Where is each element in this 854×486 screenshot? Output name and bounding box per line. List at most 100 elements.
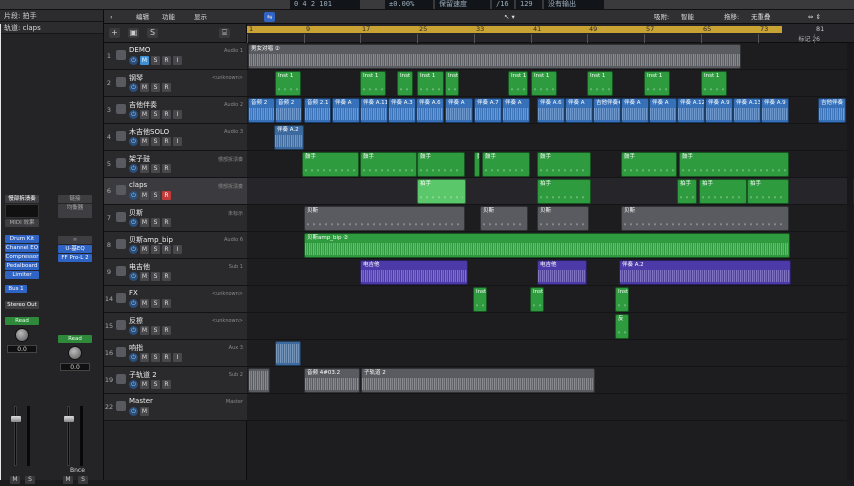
solo-button[interactable]: S (151, 191, 160, 200)
lcd-mode[interactable]: 保留速度 (435, 0, 490, 9)
track-lane[interactable] (247, 340, 854, 367)
mute-button[interactable]: M (140, 56, 149, 65)
strip2-pan-knob[interactable] (68, 346, 82, 360)
track-header[interactable]: 1 DEMO Audio 1 ⏻ M S R I (104, 43, 247, 70)
mute-button[interactable]: M (140, 164, 149, 173)
track-name[interactable]: 电吉他 (129, 262, 150, 272)
power-icon[interactable]: ⏻ (129, 353, 138, 362)
cycle-range[interactable] (247, 26, 782, 33)
strip1-solo-button[interactable]: S (25, 476, 35, 484)
record-button[interactable]: R (162, 191, 171, 200)
strip1-midi-fx[interactable]: MIDI 效果 (5, 219, 39, 227)
track-folder-icon[interactable]: ▣ (128, 28, 139, 38)
track-name[interactable]: 吉他伴奏 (129, 100, 157, 110)
region-guitar[interactable]: 伴奏 A.9 (761, 98, 789, 123)
mute-button[interactable]: M (140, 191, 149, 200)
flex-mode-icon[interactable]: ⇆ (264, 12, 276, 22)
strip1-pan-knob[interactable] (15, 328, 29, 342)
strip1-fader-track[interactable] (14, 406, 17, 466)
track-lane[interactable] (247, 313, 854, 340)
region-guitar[interactable]: 伴奏 A (649, 98, 677, 123)
record-button[interactable]: R (162, 245, 171, 254)
marker-label[interactable]: 标记 26 (798, 34, 820, 43)
strip1-eq-display[interactable] (5, 204, 39, 218)
track-name[interactable]: 反擦 (129, 316, 143, 326)
solo-button[interactable]: S (151, 56, 160, 65)
input-monitor-button[interactable]: I (173, 137, 182, 146)
track-header[interactable]: 3 吉他伴奏 Audio 2 ⏻ M S R I (104, 97, 247, 124)
region-drums[interactable]: 鼓手 (621, 152, 677, 177)
region-piano[interactable]: Inst 1 (275, 71, 301, 96)
region-sub2[interactable]: 音频 4#03.2 (304, 368, 360, 393)
track-header[interactable]: 8 贝斯amp_bip Audio 6 ⏻ M S R I (104, 232, 247, 259)
region-guitar[interactable]: 伴奏 A.6 (537, 98, 565, 123)
track-name[interactable]: claps (129, 181, 147, 189)
power-icon[interactable]: ⏻ (129, 326, 138, 335)
track-name[interactable]: Master (129, 397, 153, 405)
record-button[interactable]: R (162, 218, 171, 227)
region-bass[interactable]: 贝斯 (621, 206, 789, 231)
back-icon[interactable]: ‹ (110, 12, 113, 22)
strip1-slot-1[interactable]: Channel EQ (5, 244, 39, 252)
region-bass[interactable]: 贝斯 (537, 206, 589, 231)
track-lane[interactable] (247, 394, 854, 421)
strip1-automation[interactable]: Read (5, 317, 39, 325)
power-icon[interactable]: ⏻ (129, 137, 138, 146)
region-drums[interactable]: 鼓手 (679, 152, 789, 177)
strip1-slot-4[interactable]: Limiter (5, 271, 39, 279)
mute-button[interactable]: M (140, 83, 149, 92)
strip1-slot-2[interactable]: Compressor (5, 253, 39, 261)
input-monitor-button[interactable]: I (173, 353, 182, 362)
input-monitor-button[interactable]: I (173, 110, 182, 119)
region-guitar[interactable]: 伴奏 A.12 (677, 98, 705, 123)
strip2-name[interactable]: 链接 (58, 195, 92, 203)
record-button[interactable]: R (162, 164, 171, 173)
mute-button[interactable]: M (140, 245, 149, 254)
mute-button[interactable]: M (140, 353, 149, 362)
strip2-solo-button[interactable]: S (78, 476, 88, 484)
region-claps[interactable]: 拍手 (417, 179, 466, 204)
region-drums[interactable]: 鼓手 (302, 152, 359, 177)
view-menu[interactable]: 显示 (194, 12, 207, 22)
record-button[interactable]: R (162, 380, 171, 389)
track-header[interactable]: 9 电吉他 Sub 1 ⏻ M S R (104, 259, 247, 286)
region-drums[interactable]: 鼓手 (482, 152, 530, 177)
strip1-slot-3[interactable]: Pedalboard (5, 262, 39, 270)
region-bassamp[interactable]: 贝斯amp_bip ② (304, 233, 790, 258)
solo-button[interactable]: S (151, 83, 160, 92)
global-tracks-icon[interactable]: ⌸ (219, 28, 230, 38)
record-button[interactable]: R (162, 56, 171, 65)
power-icon[interactable]: ⏻ (129, 380, 138, 389)
power-icon[interactable]: ⏻ (129, 83, 138, 92)
region-claps[interactable]: 拍手 (537, 179, 591, 204)
mute-button[interactable]: M (140, 272, 149, 281)
strip1-fader-handle[interactable] (11, 416, 21, 422)
track-header[interactable]: 2 钢琴 <unknown> ⏻ M S R (104, 70, 247, 97)
strip2-volume-value[interactable]: 0.0 (60, 363, 90, 371)
solo-button[interactable]: S (151, 245, 160, 254)
track-header[interactable]: 6 claps 慢部拆溃奏 ⏻ M S R (104, 178, 247, 205)
strip2-slot-1[interactable]: FF Pro-L 2 (58, 254, 92, 262)
region-bass[interactable]: 贝斯 (304, 206, 465, 231)
record-button[interactable]: R (162, 272, 171, 281)
region-unlabeled[interactable] (275, 341, 301, 366)
playhead[interactable] (0, 24, 1, 480)
region-guitar[interactable]: 伴奏 A (621, 98, 649, 123)
track-header[interactable]: 16 响指 Aux 3 ⏻ M S R I (104, 340, 247, 367)
track-header[interactable]: 15 反擦 <unknown> ⏻ M S R (104, 313, 247, 340)
strip1-slot-0[interactable]: Drum Kit (5, 235, 39, 243)
input-monitor-button[interactable]: I (173, 245, 182, 254)
track-lane[interactable] (247, 124, 854, 151)
power-icon[interactable]: ⏻ (129, 245, 138, 254)
region-eguitar[interactable]: 电吉他 (537, 260, 587, 285)
lcd-division[interactable]: /16 (492, 0, 514, 9)
region-demo[interactable]: 男女对唱 ② (248, 44, 741, 69)
record-button[interactable]: R (162, 110, 171, 119)
inspector-region-row[interactable]: 片段: 拍手 (0, 10, 103, 22)
record-button[interactable]: R (162, 137, 171, 146)
region-guitar[interactable]: 伴奏 A.7 (474, 98, 502, 123)
track-name[interactable]: 贝斯 (129, 208, 143, 218)
strip2-automation[interactable]: Read (58, 335, 92, 343)
solo-button[interactable]: S (151, 137, 160, 146)
global-solo-icon[interactable]: S (147, 28, 158, 38)
